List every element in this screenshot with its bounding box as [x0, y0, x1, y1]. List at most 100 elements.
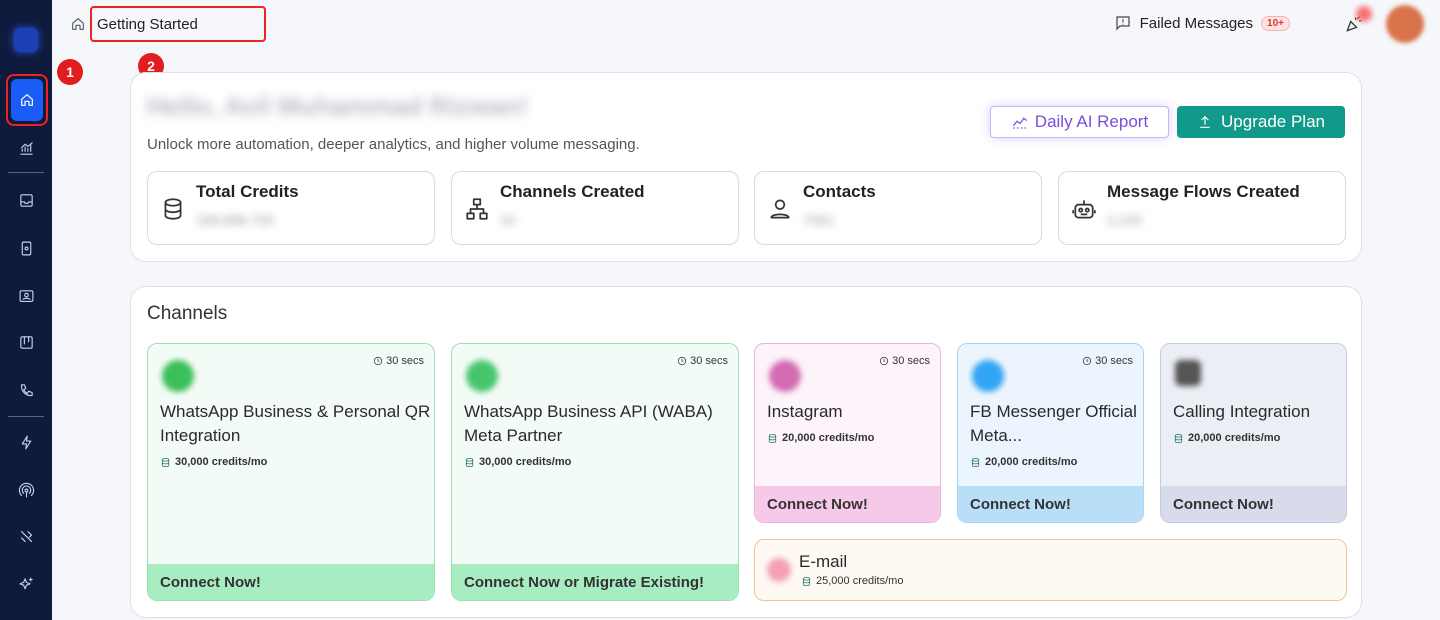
- database-icon: [161, 457, 170, 467]
- app-logo: [14, 28, 38, 52]
- channel-card-email[interactable]: E-mail 25,000 credits/mo: [754, 539, 1347, 601]
- sparkle-icon: [19, 577, 33, 589]
- stat-title: Channels Created: [500, 182, 645, 201]
- setup-time: 30 secs: [879, 355, 930, 367]
- welcome-panel: Hello, Avil Muhammad Rizwan! Unlock more…: [130, 72, 1362, 262]
- analytics-icon: [19, 141, 33, 155]
- connect-now-button[interactable]: Connect Now!: [755, 486, 940, 522]
- stat-value: 2,220: [1107, 212, 1143, 228]
- breadcrumb-label: Getting Started: [97, 15, 198, 33]
- channel-card-calling[interactable]: Calling Integration 20,000 credits/mo Co…: [1160, 343, 1347, 523]
- sidebar-item-calls[interactable]: [0, 372, 52, 408]
- whats-new-button[interactable]: [1344, 6, 1372, 34]
- connect-now-button[interactable]: Connect Now!: [958, 486, 1143, 522]
- kanban-icon: [19, 335, 33, 349]
- channel-credits: 20,000 credits/mo: [970, 456, 1077, 468]
- clock-icon: [1082, 356, 1092, 366]
- sidebar-item-tools[interactable]: [0, 518, 52, 554]
- database-icon: [768, 433, 777, 443]
- sidebar-item-inbox[interactable]: [0, 182, 52, 218]
- channel-name: Calling Integration: [1173, 402, 1311, 421]
- breadcrumb[interactable]: Getting Started: [90, 6, 266, 42]
- stat-value: 10: [500, 212, 516, 228]
- instagram-icon: [769, 360, 801, 392]
- channel-credits: 20,000 credits/mo: [1173, 432, 1280, 444]
- channel-name: WhatsApp Business & Personal QR Integrat…: [160, 402, 431, 445]
- sidebar: [0, 0, 52, 620]
- channel-name: WhatsApp Business API (WABA) Meta Partne…: [464, 402, 713, 445]
- breadcrumb-home[interactable]: [70, 16, 86, 32]
- setup-time: 30 secs: [373, 355, 424, 367]
- sidebar-item-analytics[interactable]: [0, 130, 52, 166]
- robot-icon: [1072, 200, 1096, 219]
- sidebar-item-device[interactable]: [0, 230, 52, 266]
- user-icon: [770, 199, 790, 219]
- lightning-icon: [21, 435, 31, 449]
- message-alert-icon: [1116, 16, 1130, 31]
- upgrade-plan-button[interactable]: Upgrade Plan: [1177, 106, 1345, 138]
- broadcast-icon: [18, 482, 34, 497]
- stat-value: 189,888,750: [196, 212, 274, 228]
- upgrade-plan-label: Upgrade Plan: [1221, 112, 1325, 131]
- sidebar-item-automation[interactable]: [0, 424, 52, 460]
- channels-title: Channels: [147, 303, 228, 324]
- annotation-marker-1: 1: [57, 59, 83, 85]
- connect-or-migrate-button[interactable]: Connect Now or Migrate Existing!: [452, 564, 738, 600]
- channel-name: Instagram: [767, 402, 843, 421]
- stat-contacts: Contacts 7561: [754, 171, 1042, 245]
- upload-arrow-icon: [1200, 115, 1210, 128]
- channel-credits: 30,000 credits/mo: [160, 456, 267, 468]
- connect-now-button[interactable]: Connect Now!: [1161, 486, 1346, 522]
- notification-dot: [1356, 6, 1372, 22]
- channel-name: E-mail: [799, 552, 848, 571]
- channels-panel: Channels 30 secs WhatsApp Business & Per…: [130, 286, 1362, 618]
- contact-card-icon: [19, 289, 33, 302]
- inbox-icon: [19, 193, 33, 207]
- channel-credits: 30,000 credits/mo: [464, 456, 571, 468]
- phone-icon: [20, 383, 33, 396]
- channel-credits: 25,000 credits/mo: [801, 575, 903, 587]
- sidebar-item-contacts[interactable]: [0, 278, 52, 314]
- sidebar-item-home[interactable]: [6, 74, 48, 126]
- sidebar-item-ai[interactable]: [0, 566, 52, 602]
- home-icon: [72, 18, 84, 30]
- channel-name: FB Messenger Official Meta...: [970, 402, 1137, 445]
- sidebar-divider: [8, 416, 44, 417]
- failed-messages-button[interactable]: Failed Messages 10+: [1114, 14, 1290, 32]
- whatsapp-icon: [162, 360, 194, 392]
- email-icon: [767, 558, 791, 582]
- sidebar-item-broadcast[interactable]: [0, 472, 52, 508]
- database-icon: [1174, 433, 1183, 443]
- sidebar-divider: [8, 172, 44, 173]
- channel-card-whatsapp-api[interactable]: 30 secs WhatsApp Business API (WABA) Met…: [451, 343, 739, 601]
- channel-card-instagram[interactable]: 30 secs Instagram 20,000 credits/mo Conn…: [754, 343, 941, 523]
- database-icon: [802, 576, 811, 586]
- whatsapp-api-icon: [466, 360, 498, 392]
- sidebar-item-board[interactable]: [0, 324, 52, 360]
- device-icon: [21, 241, 31, 255]
- setup-time: 30 secs: [1082, 355, 1133, 367]
- phone-icon: [1175, 360, 1201, 386]
- failed-count-badge: 10+: [1261, 15, 1290, 31]
- stat-value: 7561: [803, 212, 835, 228]
- clock-icon: [373, 356, 383, 366]
- database-icon: [465, 457, 474, 467]
- greeting-heading: Hello, Avil Muhammad Rizwan!: [147, 91, 528, 121]
- stat-channels-created: Channels Created 10: [451, 171, 739, 245]
- clock-icon: [677, 356, 687, 366]
- stat-total-credits: Total Credits 189,888,750: [147, 171, 435, 245]
- database-icon: [971, 457, 980, 467]
- top-bar: Getting Started Failed Messages 10+: [52, 0, 1440, 48]
- channel-card-fb-messenger[interactable]: 30 secs FB Messenger Official Meta... 20…: [957, 343, 1144, 523]
- channel-card-whatsapp-qr[interactable]: 30 secs WhatsApp Business & Personal QR …: [147, 343, 435, 601]
- stat-title: Contacts: [803, 182, 876, 201]
- daily-ai-report-label: Daily AI Report: [1034, 112, 1149, 131]
- stat-title: Total Credits: [196, 182, 299, 201]
- tools-icon: [20, 530, 32, 542]
- connect-now-button[interactable]: Connect Now!: [148, 564, 434, 600]
- home-icon: [21, 94, 33, 106]
- setup-time: 30 secs: [677, 355, 728, 367]
- database-icon: [164, 198, 182, 220]
- daily-ai-report-button[interactable]: Daily AI Report: [990, 106, 1169, 138]
- user-avatar[interactable]: [1386, 5, 1424, 43]
